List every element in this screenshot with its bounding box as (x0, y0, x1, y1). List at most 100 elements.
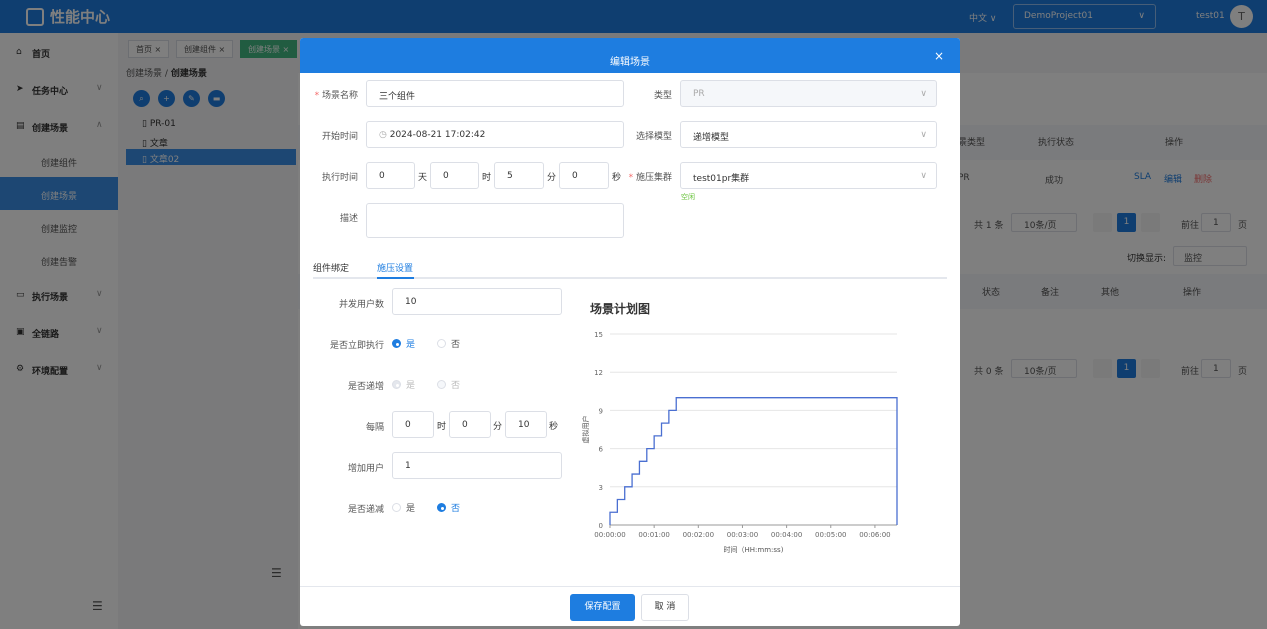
radio-label: 是 (406, 340, 416, 350)
exec-time-label: 执行时间 (321, 173, 358, 183)
tab-bar: 组件绑定 施压设置 (313, 254, 947, 279)
x-tick-label: 00:03:00 (727, 531, 758, 539)
radio-label: 否 (451, 381, 461, 391)
start-time-picker[interactable]: ◷ 2024-08-21 17:02:42 (366, 121, 624, 148)
type-label: 类型 (653, 91, 672, 101)
cluster-status: 空闲 (681, 193, 695, 201)
interval-hours-input[interactable]: 0 (392, 411, 434, 438)
minutes-unit: 分 (493, 422, 503, 432)
immediate-no-radio[interactable]: 否 (437, 337, 460, 350)
select-value: test01pr集群 (693, 174, 750, 184)
input-value: 三个组件 (379, 92, 416, 102)
radio-label: 是 (406, 504, 416, 514)
concurrent-users-label: 并发用户数 (338, 300, 384, 310)
chevron-down-icon: ∨ (920, 89, 927, 99)
exec-minutes-input[interactable]: 5 (494, 162, 544, 189)
x-tick-label: 00:04:00 (771, 531, 802, 539)
radio-dot (392, 503, 401, 512)
close-icon[interactable]: × (934, 49, 944, 63)
y-tick-label: 9 (599, 407, 603, 415)
model-label: 选择模型 (635, 132, 672, 142)
label-text: 场景名称 (321, 91, 358, 101)
radio-dot (392, 380, 401, 389)
radio-dot (437, 380, 446, 389)
input-value: 0 (405, 420, 411, 430)
immediate-yes-radio[interactable]: 是 (392, 337, 415, 350)
dialog-title: 编辑场景 (610, 57, 650, 68)
dialog-header: 编辑场景 × (300, 38, 960, 73)
increase-yes-radio: 是 (392, 378, 415, 391)
input-value: 10 (518, 420, 530, 430)
decrease-yes-radio[interactable]: 是 (392, 501, 415, 514)
tab-pressure-settings[interactable]: 施压设置 (377, 261, 413, 274)
input-value: 2024-08-21 17:02:42 (389, 130, 486, 140)
input-value: 1 (405, 461, 411, 471)
interval-seconds-input[interactable]: 10 (505, 411, 547, 438)
hours-unit: 时 (482, 173, 492, 183)
label-text: 施压集群 (635, 173, 672, 183)
exec-hours-input[interactable]: 0 (430, 162, 479, 189)
description-label: 描述 (339, 214, 358, 224)
start-time-label: 开始时间 (321, 132, 358, 142)
interval-label: 每隔 (365, 423, 384, 433)
exec-days-input[interactable]: 0 (366, 162, 415, 189)
add-users-input[interactable]: 1 (392, 452, 562, 479)
immediate-exec-label: 是否立即执行 (329, 341, 384, 351)
scene-name-input[interactable]: 三个组件 (366, 80, 624, 107)
x-tick-label: 00:00:00 (594, 531, 625, 539)
hours-unit: 时 (437, 422, 447, 432)
edit-scene-dialog: 编辑场景 × * 场景名称 三个组件 类型 PR ∨ 开始时间 ◷ 2024-08… (300, 38, 960, 626)
chevron-down-icon: ∨ (920, 171, 927, 181)
clock-icon: ◷ (379, 130, 390, 140)
save-config-button[interactable]: 保存配置 (570, 594, 635, 621)
input-value: 0 (462, 420, 468, 430)
input-value: 0 (379, 171, 385, 181)
y-tick-label: 15 (594, 331, 603, 339)
cluster-label: * 施压集群 (628, 173, 672, 183)
model-select[interactable]: 递增模型 ∨ (680, 121, 937, 148)
select-value: 递增模型 (693, 133, 730, 143)
minutes-unit: 分 (547, 173, 557, 183)
x-tick-label: 00:02:00 (683, 531, 714, 539)
x-tick-label: 00:05:00 (815, 531, 846, 539)
y-tick-label: 12 (594, 369, 603, 377)
y-tick-label: 3 (599, 484, 603, 492)
decrease-label: 是否递减 (347, 505, 384, 515)
days-unit: 天 (418, 173, 428, 183)
dialog-footer: 保存配置 取 消 (300, 586, 960, 626)
input-value: 5 (507, 171, 513, 181)
x-tick-label: 00:01:00 (638, 531, 669, 539)
y-tick-label: 6 (599, 446, 604, 454)
interval-minutes-input[interactable]: 0 (449, 411, 491, 438)
cluster-select[interactable]: test01pr集群 ∨ (680, 162, 937, 189)
radio-dot (437, 503, 446, 512)
increase-label: 是否递增 (347, 382, 384, 392)
exec-seconds-input[interactable]: 0 (559, 162, 609, 189)
seconds-unit: 秒 (612, 173, 622, 183)
seconds-unit: 秒 (549, 422, 559, 432)
radio-dot (392, 339, 401, 348)
cancel-button[interactable]: 取 消 (641, 594, 689, 621)
input-value: 10 (405, 297, 417, 307)
x-axis-label: 时间（HH:mm:ss) (724, 545, 784, 554)
active-tab-indicator (377, 277, 414, 279)
y-tick-label: 0 (599, 522, 603, 530)
radio-label: 是 (406, 381, 416, 391)
description-textarea[interactable] (366, 203, 624, 238)
concurrent-users-input[interactable]: 10 (392, 288, 562, 315)
tab-component-binding[interactable]: 组件绑定 (313, 261, 349, 274)
chevron-down-icon: ∨ (920, 130, 927, 140)
input-value: 0 (572, 171, 578, 181)
x-tick-label: 00:06:00 (859, 531, 890, 539)
radio-label: 否 (451, 504, 461, 514)
scene-plan-chart: 0 3 6 9 12 15 00:00:00 00:01:00 00:02:00 00:03:00… (581, 331, 898, 554)
input-value: 0 (443, 171, 449, 181)
radio-dot (437, 339, 446, 348)
increase-no-radio: 否 (437, 378, 460, 391)
series-line (609, 397, 898, 525)
decrease-no-radio[interactable]: 否 (437, 501, 460, 514)
radio-label: 否 (451, 340, 461, 350)
y-axis-label: 虚拟用户 (581, 416, 590, 444)
type-select: PR ∨ (680, 80, 937, 107)
add-users-label: 增加用户 (347, 464, 384, 474)
